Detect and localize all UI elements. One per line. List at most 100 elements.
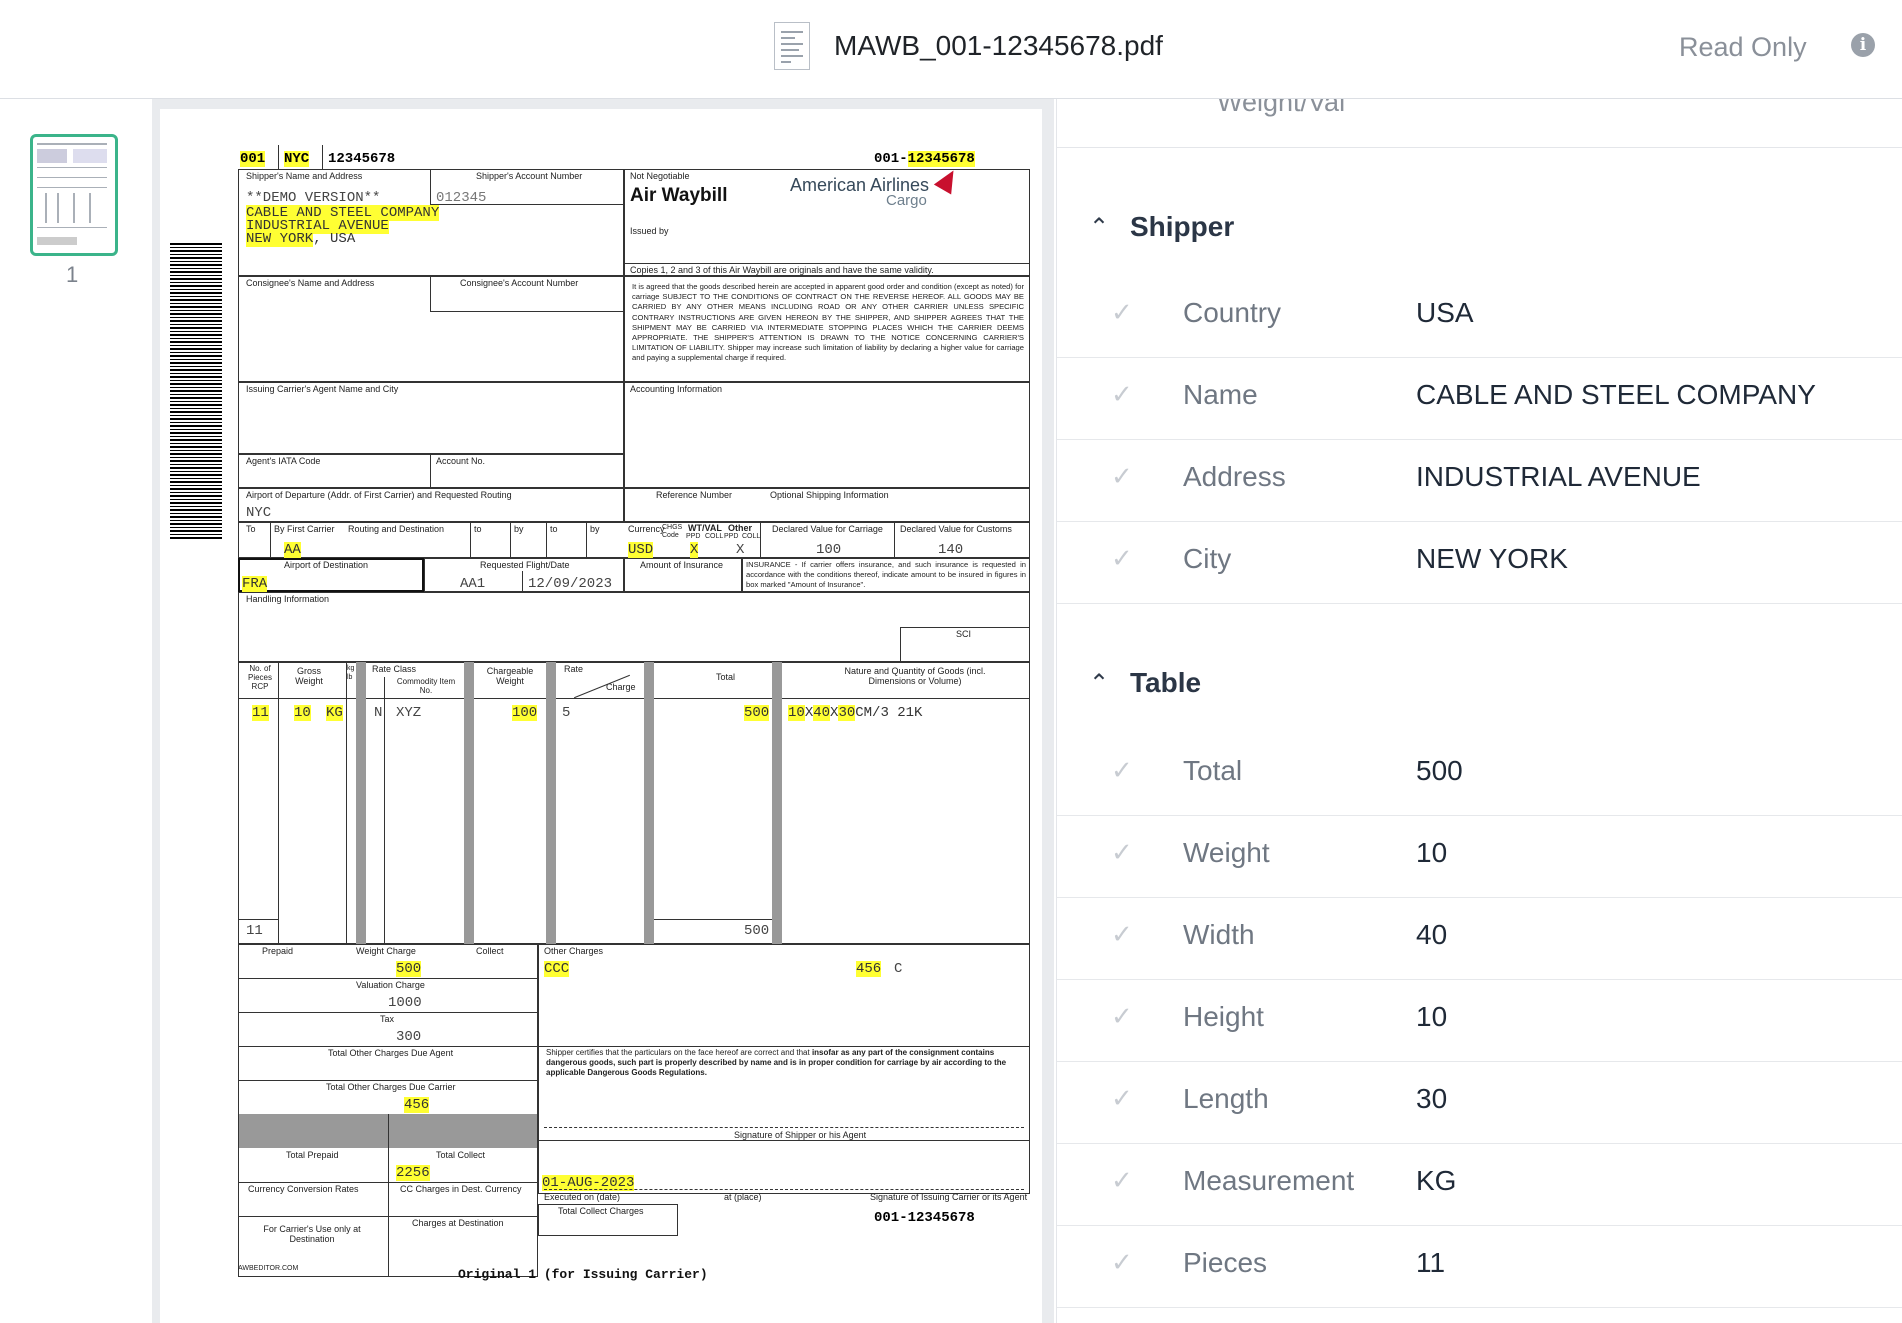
field-key: City: [1183, 543, 1232, 574]
declared-customs-label: Declared Value for Customs: [900, 524, 1012, 534]
total-value: 500: [744, 705, 770, 721]
check-icon[interactable]: ✓: [1111, 755, 1133, 786]
field-value: USA: [1416, 297, 1474, 328]
to-label: To: [246, 524, 256, 534]
departure-value: NYC: [246, 505, 272, 521]
field-key: Pieces: [1183, 1247, 1268, 1278]
extracted-fields-panel: Weight/Val ⌃ Shipper ✓ Country USA ✓ Nam…: [1056, 99, 1902, 1323]
top-bar: MAWB_001-12345678.pdf Read Only i: [0, 0, 1902, 99]
field-row[interactable]: ✓ Measurement KG: [1057, 1143, 1902, 1226]
field-row[interactable]: ✓ Name CABLE AND STEEL COMPANY: [1057, 357, 1902, 440]
wt-ppd-label: PPD: [686, 533, 701, 540]
pieces-sum: 11: [246, 923, 263, 939]
tax-label: Tax: [380, 1014, 395, 1024]
destination-label: Airport of Destination: [284, 560, 369, 570]
chevron-up-icon: ⌃: [1089, 214, 1110, 241]
field-row[interactable]: ✓ Length 30: [1057, 1061, 1902, 1144]
commodity-value: XYZ: [396, 705, 422, 721]
check-icon[interactable]: ✓: [1111, 1165, 1133, 1196]
first-carrier-value: AA: [284, 542, 301, 558]
page-number: 1: [66, 262, 79, 287]
rate-class-label: Rate Class: [372, 664, 417, 674]
field-key: Weight: [1183, 837, 1270, 868]
wt-coll-label: COLL: [705, 533, 724, 540]
field-value: INDUSTRIAL AVENUE: [1416, 461, 1701, 492]
field-key: Width: [1183, 919, 1255, 950]
collect-label: Collect: [476, 946, 504, 956]
pieces-value: 11: [252, 705, 269, 721]
total-collect-label: Total Collect: [436, 1150, 486, 1160]
by-3-label: by: [590, 524, 600, 534]
dimensions-value: 10X40X30CM/3 21K: [788, 705, 923, 721]
field-key: Address: [1183, 461, 1286, 492]
file-name: MAWB_001-12345678.pdf: [834, 30, 1163, 61]
field-row[interactable]: ✓ City NEW YORK: [1057, 521, 1902, 604]
field-row[interactable]: ✓ Pieces 11: [1057, 1225, 1902, 1308]
other-charge-flag: C: [894, 961, 903, 977]
other-ppd-label: PPD: [724, 533, 739, 540]
check-icon[interactable]: ✓: [1111, 1083, 1133, 1114]
prepaid-label: Prepaid: [262, 946, 294, 956]
airline-logo: American Airlines Cargo: [790, 165, 980, 215]
signature-shipper-label: Signature of Shipper or his Agent: [734, 1130, 867, 1140]
cc-charges-label: CC Charges in Dest. Currency: [400, 1184, 522, 1194]
first-carrier-label: By First Carrier: [274, 524, 335, 534]
flight-value: AA1: [460, 576, 486, 592]
check-icon[interactable]: ✓: [1111, 919, 1133, 950]
to-2-label: to: [474, 524, 482, 534]
field-key: Measurement: [1183, 1165, 1355, 1196]
check-icon[interactable]: ✓: [1111, 1247, 1133, 1278]
destination-value: FRA: [242, 576, 268, 592]
field-row[interactable]: ✓ Country USA: [1057, 275, 1902, 358]
check-icon[interactable]: ✓: [1111, 1001, 1133, 1032]
check-icon[interactable]: ✓: [1111, 297, 1133, 328]
field-key: Country: [1183, 297, 1282, 328]
check-icon[interactable]: ✓: [1111, 543, 1133, 574]
account-no-label: Account No.: [436, 456, 486, 466]
info-icon[interactable]: i: [1851, 33, 1875, 57]
declared-customs-value: 140: [938, 542, 964, 558]
check-icon[interactable]: ✓: [1111, 837, 1133, 868]
barcode: [170, 243, 222, 539]
check-icon[interactable]: ✓: [1111, 379, 1133, 410]
field-row[interactable]: ✓ Address INDUSTRIAL AVENUE: [1057, 439, 1902, 522]
carrier-use-label: For Carrier's Use only at Destination: [263, 1224, 361, 1244]
field-row[interactable]: ✓ Total 500: [1057, 733, 1902, 816]
declared-carriage-value: 100: [816, 542, 842, 558]
field-key: Total: [1183, 755, 1243, 786]
insurance-label: Amount of Insurance: [640, 560, 724, 570]
consignee-account-label: Consignee's Account Number: [460, 278, 579, 288]
field-row[interactable]: ✓ Width 40: [1057, 897, 1902, 980]
valuation-label: Valuation Charge: [356, 980, 425, 990]
due-carrier-value: 456: [404, 1097, 430, 1113]
awb-number-serial: 12345678: [907, 151, 975, 167]
field-value: KG: [1416, 1165, 1457, 1196]
field-key: Height: [1183, 1001, 1264, 1032]
to-3-label: to: [550, 524, 558, 534]
valuation-value: 1000: [388, 995, 422, 1011]
weight-unit-value: KG: [326, 705, 343, 721]
field-row[interactable]: ✓ Height 10: [1057, 979, 1902, 1062]
pdf-file-icon: [774, 22, 810, 70]
page-thumbnail-rail: 1: [0, 99, 152, 1323]
field-value: 10: [1416, 1001, 1448, 1032]
total-label: Total: [716, 672, 736, 682]
awb-prefix: 001: [240, 151, 266, 167]
total-sum: 500: [744, 923, 770, 939]
insurance-note: INSURANCE - If carrier offers insurance,…: [746, 560, 1026, 589]
check-icon[interactable]: ✓: [1111, 461, 1133, 492]
document-viewer[interactable]: 001 NYC 12345678 001-12345678 Shipper's …: [152, 99, 1054, 1323]
other-coll-label: COLL: [742, 533, 761, 540]
field-key: Name: [1183, 379, 1258, 410]
read-only-status: Read Only: [1679, 32, 1807, 62]
wt-ppd-value: X: [690, 542, 699, 558]
field-row[interactable]: ✓ Weight 10: [1057, 815, 1902, 898]
page-thumbnail[interactable]: [30, 134, 118, 256]
field-value: 500: [1416, 755, 1463, 786]
at-place-label: at (place): [724, 1192, 762, 1202]
conversion-label: Currency Conversion Rates: [248, 1184, 359, 1194]
field-value: CABLE AND STEEL COMPANY: [1416, 379, 1816, 410]
declared-carriage-label: Declared Value for Carriage: [772, 524, 883, 534]
awb-number-prefix: 001-: [874, 151, 908, 167]
awb-title: Air Waybill: [630, 185, 728, 206]
